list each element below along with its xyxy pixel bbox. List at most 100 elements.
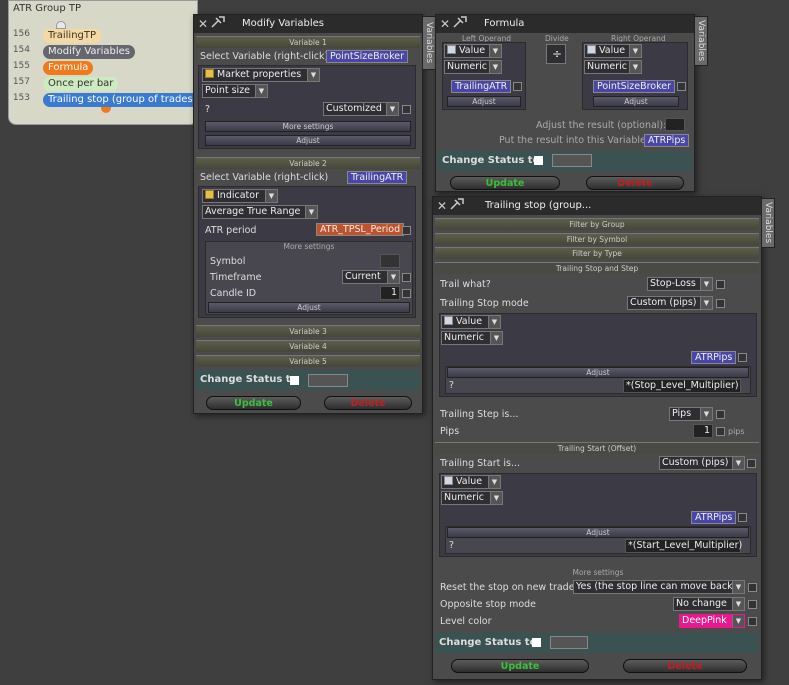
param-checkbox[interactable] <box>402 105 411 114</box>
right-kind-select[interactable]: Numeric ▼ <box>584 60 642 74</box>
more-settings-button[interactable]: More settings <box>205 121 411 132</box>
opposite-stop-checkbox[interactable] <box>748 600 757 609</box>
start-kind-select[interactable]: Numeric ▼ <box>441 491 503 505</box>
variable-4-header[interactable]: Variable 4 <box>196 340 420 352</box>
delete-button[interactable]: Delete <box>623 659 747 673</box>
trailing-step-checkbox[interactable] <box>716 410 725 419</box>
right-type-select[interactable]: Value ▼ <box>584 44 642 58</box>
opposite-stop-select[interactable]: No change ▼ <box>673 597 745 611</box>
group-box[interactable]: ATR Group TP 156 TrailingTP 154 Modify V… <box>8 0 202 125</box>
adjust-button[interactable]: Adjust <box>208 302 410 313</box>
right-operand-checkbox[interactable] <box>677 82 686 91</box>
level-color-select[interactable]: DeepPink ▼ <box>679 614 745 628</box>
update-button[interactable]: Update <box>451 659 589 673</box>
trailing-titlebar[interactable]: ✕ Trailing stop (group... <box>433 197 761 215</box>
atr-period-checkbox[interactable] <box>402 226 411 235</box>
variable-1-tag[interactable]: PointSizeBroker <box>326 50 409 63</box>
timeframe-checkbox[interactable] <box>402 273 411 282</box>
param-select[interactable]: Customized ▼ <box>323 102 399 116</box>
stop-kind-select[interactable]: Numeric ▼ <box>441 331 503 345</box>
variable-2-tag[interactable]: TrailingATR <box>347 171 408 184</box>
node-trailingtp[interactable]: TrailingTP <box>43 29 102 43</box>
right-operand-variable[interactable]: PointSizeBroker <box>593 80 676 93</box>
start-adjust-button[interactable]: Adjust <box>447 527 749 538</box>
change-status-input[interactable] <box>550 636 588 649</box>
result-variable-tag[interactable]: ATRPips <box>644 134 690 147</box>
candle-id-checkbox[interactable] <box>402 289 411 298</box>
change-status-checkbox[interactable] <box>290 376 299 385</box>
pin-icon[interactable] <box>449 197 465 218</box>
left-operand-checkbox[interactable] <box>513 82 522 91</box>
left-operand-variable[interactable]: TrailingATR <box>451 80 512 93</box>
left-type-select[interactable]: Value ▼ <box>444 44 502 58</box>
trailing-stop-and-step-header[interactable]: Trailing Stop and Step <box>435 262 759 274</box>
adjust-result-input[interactable] <box>665 118 685 131</box>
delete-button[interactable]: Delete <box>586 176 684 190</box>
source-select[interactable]: Indicator ▼ <box>202 189 278 203</box>
filter-by-group[interactable]: Filter by Group <box>435 218 759 230</box>
pin-icon[interactable] <box>210 15 226 36</box>
property-select[interactable]: Point size ▼ <box>202 84 268 98</box>
stop-multiplier-input[interactable]: *(Stop_Level_Multiplier) <box>623 379 741 393</box>
indicator-select[interactable]: Average True Range ▼ <box>202 205 318 219</box>
stop-variable-checkbox[interactable] <box>738 353 747 362</box>
stop-mode-select[interactable]: Custom (pips) ▼ <box>627 296 713 310</box>
change-status-input[interactable] <box>308 374 348 387</box>
start-type-select[interactable]: Value ▼ <box>441 475 501 489</box>
formula-window[interactable]: ✕ Formula Left Operand Divide Right Oper… <box>435 14 695 192</box>
filter-by-symbol[interactable]: Filter by Symbol <box>435 233 759 245</box>
node-formula[interactable]: Formula <box>43 61 94 75</box>
level-color-checkbox[interactable] <box>748 617 757 626</box>
change-status-checkbox[interactable] <box>534 156 543 165</box>
update-button[interactable]: Update <box>206 396 301 410</box>
trailing-step-select[interactable]: Pips ▼ <box>669 407 713 421</box>
filter-by-type[interactable]: Filter by Type <box>435 247 759 259</box>
left-adjust-button[interactable]: Adjust <box>447 96 521 107</box>
candle-id-input[interactable]: 1 <box>380 286 400 300</box>
modify-titlebar[interactable]: ✕ Modify Variables <box>194 15 422 33</box>
variable-3-header[interactable]: Variable 3 <box>196 325 420 337</box>
timeframe-select[interactable]: Current ▼ <box>342 270 400 284</box>
divide-operator[interactable]: ÷ <box>546 44 566 64</box>
stop-variable-tag[interactable]: ATRPips <box>691 351 737 364</box>
pin-icon[interactable] <box>452 15 468 36</box>
trailing-start-checkbox[interactable] <box>747 459 756 468</box>
formula-titlebar[interactable]: ✕ Formula <box>436 15 694 33</box>
variable-2-header[interactable]: Variable 2 <box>196 157 420 169</box>
node-once-per-bar[interactable]: Once per bar <box>43 77 119 91</box>
variable-1-header[interactable]: Variable 1 <box>196 36 420 48</box>
start-variable-checkbox[interactable] <box>738 513 747 522</box>
trail-what-select[interactable]: Stop-Loss ▼ <box>647 277 713 291</box>
node-trailing-stop[interactable]: Trailing stop (group of trades) <box>43 93 202 107</box>
reset-stop-checkbox[interactable] <box>748 583 757 592</box>
variables-tab[interactable]: Variables <box>694 16 708 66</box>
trailing-start-select[interactable]: Custom (pips) ▼ <box>659 456 745 470</box>
stop-adjust-button[interactable]: Adjust <box>447 367 749 378</box>
pips-checkbox[interactable] <box>716 427 725 436</box>
stop-type-select[interactable]: Value ▼ <box>441 315 501 329</box>
reset-stop-select[interactable]: Yes (the stop line can move back) ▼ <box>573 580 745 594</box>
source-select[interactable]: Market properties ▼ <box>202 68 320 82</box>
start-multiplier-input[interactable]: *(Start_Level_Multiplier) <box>625 539 742 553</box>
trailing-start-header[interactable]: Trailing Start (Offset) <box>435 442 759 454</box>
variables-tab[interactable]: Variables <box>422 16 436 70</box>
left-kind-select[interactable]: Numeric ▼ <box>444 60 502 74</box>
close-icon[interactable]: ✕ <box>198 15 208 33</box>
symbol-input[interactable] <box>380 254 400 268</box>
delete-button[interactable]: Delete <box>324 396 412 410</box>
pips-input[interactable]: 1 <box>693 424 713 438</box>
close-icon[interactable]: ✕ <box>437 197 447 215</box>
stop-mode-checkbox[interactable] <box>716 299 725 308</box>
close-icon[interactable]: ✕ <box>440 15 450 33</box>
change-status-input[interactable] <box>552 154 592 167</box>
update-button[interactable]: Update <box>450 176 560 190</box>
start-variable-tag[interactable]: ATRPips <box>691 511 737 524</box>
trailing-stop-window[interactable]: ✕ Trailing stop (group... Filter by Grou… <box>432 196 762 680</box>
change-status-checkbox[interactable] <box>532 638 541 647</box>
modify-variables-window[interactable]: ✕ Modify Variables Variable 1 Select Var… <box>193 14 423 414</box>
node-modify-variables[interactable]: Modify Variables <box>43 45 136 59</box>
variables-tab[interactable]: Variables <box>761 198 775 248</box>
atr-period-value[interactable]: ATR_TPSL_Period <box>316 223 405 236</box>
right-adjust-button[interactable]: Adjust <box>593 96 679 107</box>
trail-what-checkbox[interactable] <box>716 280 725 289</box>
